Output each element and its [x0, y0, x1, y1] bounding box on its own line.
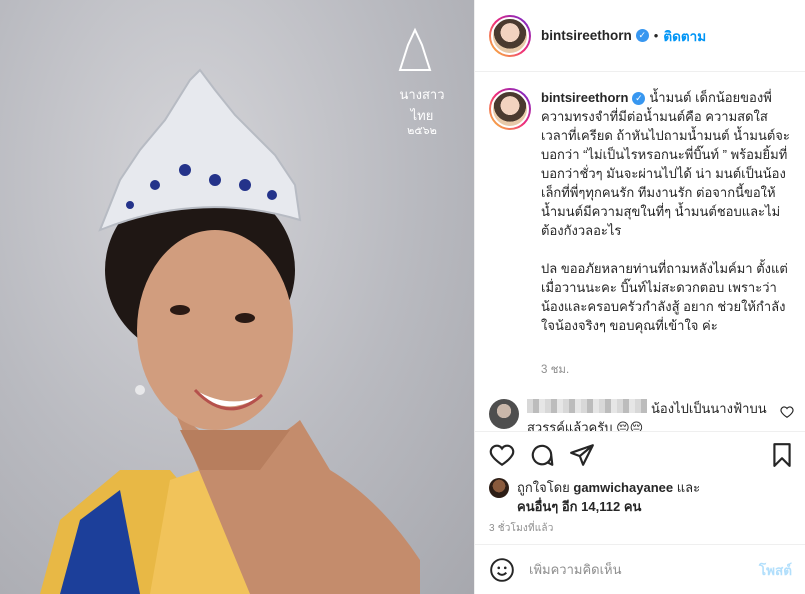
verified-badge-icon: ✓: [635, 29, 649, 42]
bookmark-icon[interactable]: [769, 442, 795, 468]
post-comment-button[interactable]: โพสต์: [759, 559, 792, 581]
smile-icon[interactable]: [489, 557, 515, 583]
liked-by-user[interactable]: gamwichayanee: [573, 480, 673, 495]
likes-summary: ถูกใจโดย gamwichayanee และ คนอื่นๆ อีก 1…: [489, 478, 794, 516]
author-username[interactable]: bintsireethorn: [541, 28, 632, 43]
comment-like-heart-icon[interactable]: [780, 405, 794, 419]
instagram-post: นางสาวไทย ๒๕๖๒ bintsireethorn ✓ • ติดตาม…: [0, 0, 805, 594]
post-time-ago[interactable]: 3 ชั่วโมงที่แล้ว: [489, 521, 554, 536]
separator-dot: •: [653, 28, 659, 43]
comment-input[interactable]: [529, 562, 759, 577]
liked-by-others[interactable]: คนอื่นๆ อีก 14,112 คน: [517, 499, 641, 514]
comment-text: น้องไปเป็นนางฟ้าบนสวรรค์แล้วครับ 😔😔: [527, 401, 767, 431]
comment-icon[interactable]: [529, 442, 555, 468]
watermark-year: ๒๕๖๒: [407, 125, 437, 137]
caption-body: bintsireethorn ✓ น้ำมนต์ เด็กน้อยของพี่ คว…: [541, 88, 795, 335]
paper-plane-icon[interactable]: [569, 442, 595, 468]
comment-item: น้องไปเป็นนางฟ้าบนสวรรค์แล้วครับ 😔😔: [475, 397, 805, 431]
heart-icon[interactable]: [489, 442, 515, 468]
post-actions: ถูกใจโดย gamwichayanee และ คนอื่นๆ อีก 1…: [475, 431, 805, 534]
watermark-logo: นางสาวไทย ๒๕๖๒: [392, 22, 452, 137]
post-header: bintsireethorn ✓ • ติดตาม: [475, 0, 805, 72]
caption-text: น้ำมนต์ เด็กน้อยของพี่ ความทรงจำที่มีต่อ…: [541, 90, 790, 333]
caption-timestamp: 3 ชม.: [541, 364, 570, 376]
post-side-panel: bintsireethorn ✓ • ติดตาม bintsireethorn…: [474, 0, 805, 594]
liked-by-prefix: ถูกใจโดย: [517, 480, 570, 495]
post-photo[interactable]: นางสาวไทย ๒๕๖๒: [0, 0, 474, 594]
caption-verified-badge-icon: ✓: [632, 92, 646, 106]
liked-by-and: และ: [676, 480, 701, 495]
add-comment-bar: โพสต์: [475, 544, 805, 594]
commenter-avatar[interactable]: [489, 399, 519, 429]
liker-avatar[interactable]: [489, 478, 509, 498]
action-bar: [489, 442, 794, 470]
author-avatar[interactable]: [489, 14, 531, 57]
caption-username[interactable]: bintsireethorn: [541, 90, 628, 105]
caption-avatar[interactable]: [489, 88, 531, 130]
follow-button[interactable]: ติดตาม: [663, 25, 706, 47]
post-caption: bintsireethorn ✓ น้ำมนต์ เด็กน้อยของพี่ คว…: [489, 88, 795, 335]
watermark-title: นางสาวไทย: [399, 87, 445, 123]
